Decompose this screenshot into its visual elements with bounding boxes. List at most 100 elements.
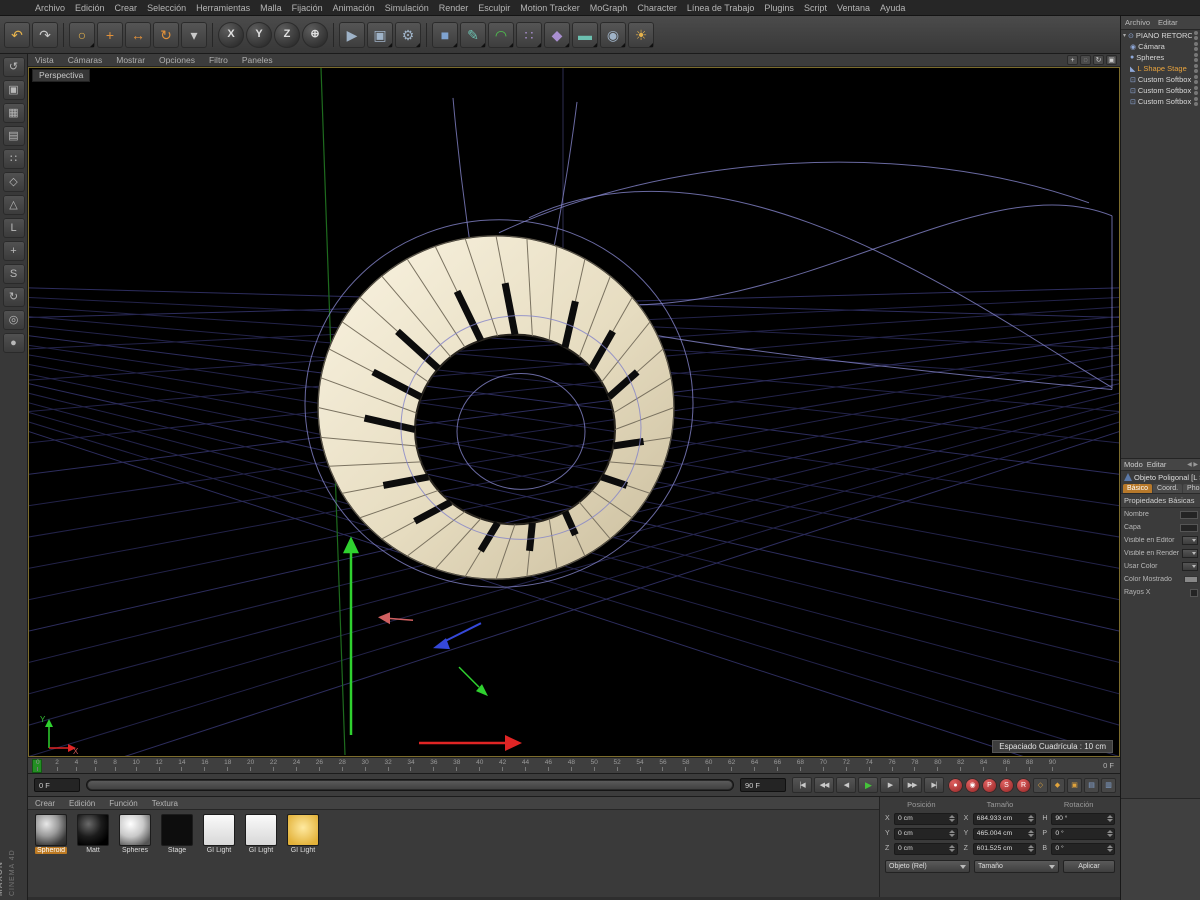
stepper-up-icon[interactable] xyxy=(949,815,956,818)
autokeying[interactable]: ◉ xyxy=(965,777,980,793)
stepper-down-icon[interactable] xyxy=(1106,819,1113,822)
stepper-arrows[interactable] xyxy=(1027,830,1034,837)
coord-value-field[interactable]: 0 cm xyxy=(894,842,958,855)
menu-plugins[interactable]: Plugins xyxy=(759,2,799,14)
stepper-arrows[interactable] xyxy=(949,845,956,852)
stepper-arrows[interactable] xyxy=(949,830,956,837)
lock-x-axis[interactable]: X xyxy=(218,21,244,48)
editor-visibility-dot[interactable] xyxy=(1194,75,1198,79)
viewport-menu-c-maras[interactable]: Cámaras xyxy=(61,55,109,65)
apply-button[interactable]: Aplicar xyxy=(1063,860,1115,873)
lock-z-axis[interactable]: Z xyxy=(274,21,300,48)
attr-input-capa[interactable] xyxy=(1180,523,1198,532)
menu-script[interactable]: Script xyxy=(799,2,832,14)
menu-herramientas[interactable]: Herramientas xyxy=(191,2,255,14)
add-light[interactable]: ☀ xyxy=(628,21,654,48)
polygons-mode[interactable]: △ xyxy=(2,195,25,215)
menu-mograph[interactable]: MoGraph xyxy=(585,2,633,14)
menu-esculpir[interactable]: Esculpir xyxy=(473,2,515,14)
render-visibility-dot[interactable] xyxy=(1194,91,1198,95)
stepper-down-icon[interactable] xyxy=(1106,834,1113,837)
perspective-viewport[interactable]: YX Perspectiva Espaciado Cuadrícula : 10… xyxy=(28,67,1120,757)
stepper-up-icon[interactable] xyxy=(1027,830,1034,833)
object-row-spheres-2[interactable]: ● Spheres xyxy=(1121,52,1200,63)
rotate-view[interactable]: ↻ xyxy=(1093,55,1104,65)
stepper-arrows[interactable] xyxy=(1106,815,1113,822)
record-keyframe[interactable]: ● xyxy=(948,777,963,793)
stepper-arrows[interactable] xyxy=(1027,845,1034,852)
prev-frame[interactable]: ◀ xyxy=(836,777,856,793)
material-gi-light-6[interactable]: GI Light xyxy=(284,814,322,854)
material-thumbnail[interactable] xyxy=(77,814,109,846)
stepper-arrows[interactable] xyxy=(1106,845,1113,852)
viewport-menu-mostrar[interactable]: Mostrar xyxy=(109,55,152,65)
viewport-label[interactable]: Perspectiva xyxy=(32,69,91,82)
material-thumbnail[interactable] xyxy=(287,814,319,846)
add-primitive[interactable]: ■ xyxy=(432,21,458,48)
stepper-up-icon[interactable] xyxy=(949,845,956,848)
editor-visibility-dot[interactable] xyxy=(1194,97,1198,101)
stepper-down-icon[interactable] xyxy=(949,834,956,837)
viewport-menu-vista[interactable]: Vista xyxy=(28,55,61,65)
stepper-down-icon[interactable] xyxy=(949,819,956,822)
tweak-mode[interactable]: ● xyxy=(2,333,25,353)
attr-menu-editar[interactable]: Editar xyxy=(1147,460,1167,469)
texture-mode[interactable]: ▦ xyxy=(2,103,25,123)
stepper-arrows[interactable] xyxy=(949,815,956,822)
material-thumbnail[interactable] xyxy=(119,814,151,846)
timeline-window[interactable]: ▤ xyxy=(1084,777,1099,793)
menu-l-nea-de-trabajo[interactable]: Línea de Trabajo xyxy=(682,2,760,14)
object-manager-menu-archivo[interactable]: Archivo xyxy=(1121,18,1154,27)
edges-mode[interactable]: ◇ xyxy=(2,172,25,192)
material-stage-3[interactable]: Stage xyxy=(158,814,196,854)
stepper-down-icon[interactable] xyxy=(1106,849,1113,852)
stepper-up-icon[interactable] xyxy=(1027,815,1034,818)
menu-ayuda[interactable]: Ayuda xyxy=(875,2,910,14)
stepper-up-icon[interactable] xyxy=(949,830,956,833)
stepper-up-icon[interactable] xyxy=(1027,845,1034,848)
coord-value-field[interactable]: 601.525 cm xyxy=(972,842,1037,855)
menu-selecci-n[interactable]: Selección xyxy=(142,2,191,14)
object-manager-menu-editar[interactable]: Editar xyxy=(1154,18,1182,27)
stepper-arrows[interactable] xyxy=(1027,815,1034,822)
materials-menu-funci-n[interactable]: Función xyxy=(102,799,144,808)
render-visibility-dot[interactable] xyxy=(1194,69,1198,73)
menu-ventana[interactable]: Ventana xyxy=(832,2,875,14)
attr-tab-coord[interactable]: Coord. xyxy=(1153,484,1183,493)
object-row-custom-softbox-6[interactable]: ⊡ Custom Softbox xyxy=(1121,96,1200,107)
viewport-menu-opciones[interactable]: Opciones xyxy=(152,55,202,65)
materials-menu-textura[interactable]: Textura xyxy=(145,799,185,808)
goto-end[interactable]: ▶| xyxy=(924,777,944,793)
menu-fijaci-n[interactable]: Fijación xyxy=(287,2,328,14)
editor-visibility-dot[interactable] xyxy=(1194,42,1198,46)
editor-visibility-dot[interactable] xyxy=(1194,86,1198,90)
goto-start[interactable]: |◀ xyxy=(792,777,812,793)
material-gi-light-4[interactable]: GI Light xyxy=(200,814,238,854)
materials-menu-edici-n[interactable]: Edición xyxy=(62,799,102,808)
material-matt-1[interactable]: Matt xyxy=(74,814,112,854)
render-visibility-dot[interactable] xyxy=(1194,47,1198,51)
material-gi-light-5[interactable]: GI Light xyxy=(242,814,280,854)
viewport-menu-filtro[interactable]: Filtro xyxy=(202,55,235,65)
visibility-toggle-dots[interactable] xyxy=(1194,86,1198,95)
scale-tool[interactable]: ↔ xyxy=(125,21,151,48)
workplane-mode[interactable]: ▤ xyxy=(2,126,25,146)
coord-value-field[interactable]: 0 ° xyxy=(1051,827,1116,840)
stepper-down-icon[interactable] xyxy=(1027,849,1034,852)
coordinate-system[interactable]: ⊕ xyxy=(302,21,328,48)
prev-key[interactable]: ◀◀ xyxy=(814,777,834,793)
material-spheroid-0[interactable]: Spheroid xyxy=(32,814,70,854)
editor-visibility-dot[interactable] xyxy=(1194,64,1198,68)
coord-value-field[interactable]: 465.004 cm xyxy=(972,827,1037,840)
coord-value-field[interactable]: 0 ° xyxy=(1051,842,1116,855)
history-arrows-icon[interactable]: ◀ ▶ xyxy=(1187,461,1198,468)
enable-snap[interactable]: S xyxy=(2,264,25,284)
pan-view[interactable]: + xyxy=(1067,55,1078,65)
move-tool[interactable]: + xyxy=(97,21,123,48)
render-visibility-dot[interactable] xyxy=(1194,58,1198,62)
coord-value-field[interactable]: 0 cm xyxy=(894,827,958,840)
end-frame-field[interactable]: 90 F xyxy=(740,778,786,792)
record-scale[interactable]: S xyxy=(999,777,1014,793)
add-generator[interactable]: ◠ xyxy=(488,21,514,48)
redo-button[interactable]: ↷ xyxy=(32,21,58,48)
